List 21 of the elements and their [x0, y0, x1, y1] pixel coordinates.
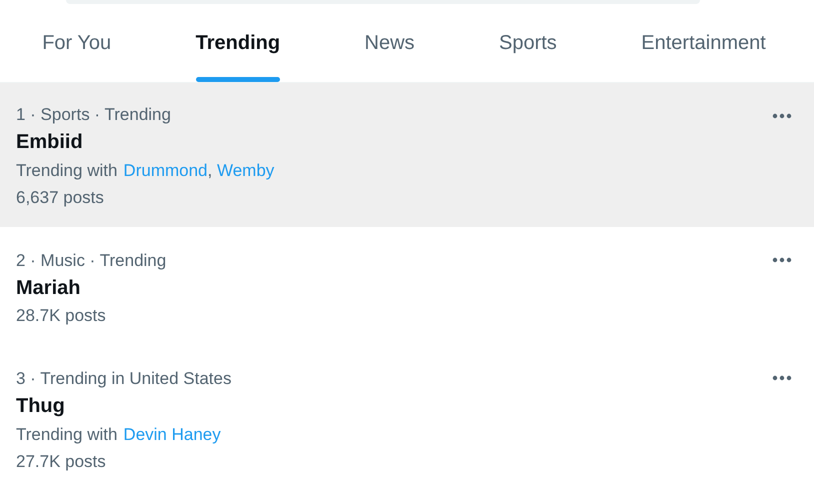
separator: ,	[208, 160, 214, 182]
trend-meta: 1 · Sports · Trending	[16, 104, 171, 126]
trend-title: Mariah	[16, 276, 82, 301]
trend-item[interactable]: 1 · Sports · Trending Embiid Trending with Drummond, Wemby 6,637 posts	[0, 83, 814, 227]
post-count: 28.7K posts	[16, 305, 107, 327]
more-icon[interactable]	[772, 257, 792, 263]
trend-meta: 2 · Music · Trending	[16, 250, 166, 272]
more-icon[interactable]	[772, 375, 792, 381]
trending-with-label: Trending with	[16, 160, 118, 182]
trending-with-label: Trending with	[16, 424, 118, 446]
tab[interactable]: News	[322, 4, 457, 82]
more-icon[interactable]	[772, 113, 792, 119]
post-count: 6,637 posts	[16, 187, 105, 209]
tab[interactable]: For You	[0, 4, 154, 82]
trend-meta: 3 · Trending in United States	[16, 368, 232, 390]
tab[interactable]: Entertainment	[599, 4, 808, 82]
tab[interactable]: Trending	[153, 4, 322, 82]
trend-title: Embiid	[16, 130, 84, 155]
tab[interactable]: Sports	[456, 4, 600, 82]
post-count: 27.7K posts	[16, 451, 107, 473]
trend-title: Thug	[16, 394, 66, 419]
